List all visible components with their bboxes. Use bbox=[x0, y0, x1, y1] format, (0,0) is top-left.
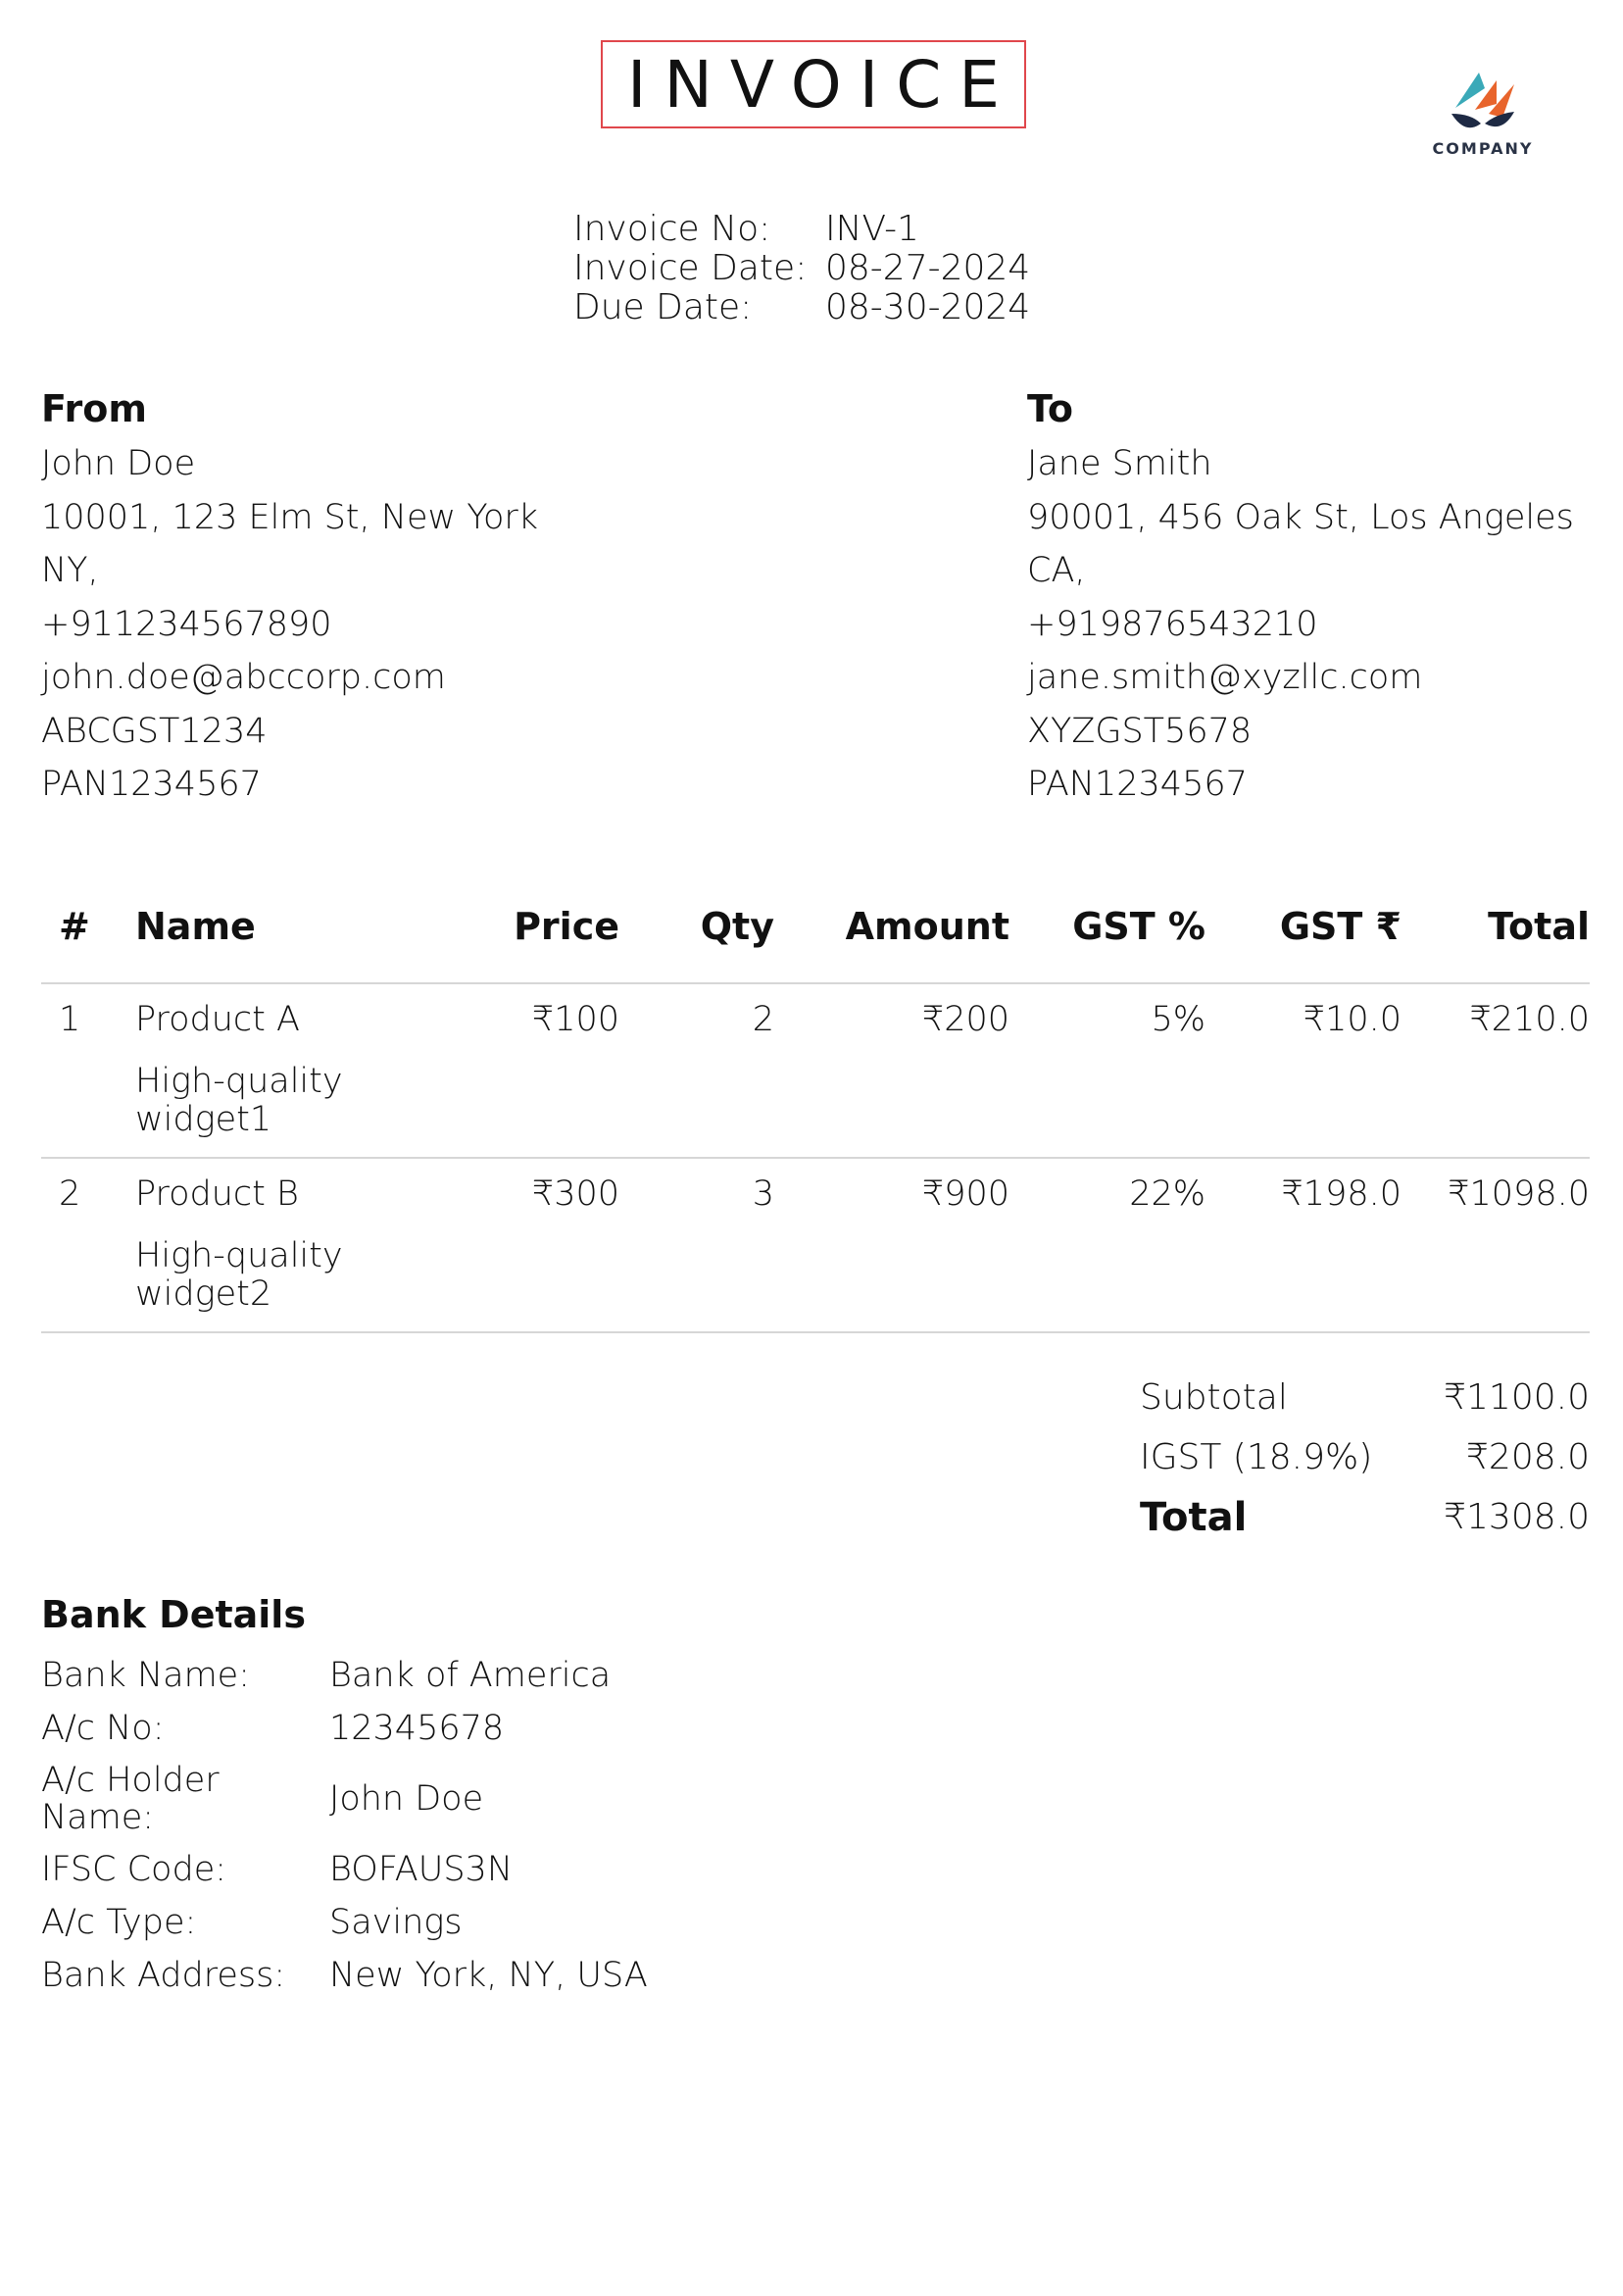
to-phone: +919876543210 bbox=[1027, 604, 1318, 644]
to-gst: XYZGST5678 bbox=[1027, 711, 1253, 751]
to-address: 90001, 456 Oak St, Los Angeles bbox=[1027, 497, 1574, 537]
invoice-date-label: Invoice Date: bbox=[573, 248, 808, 288]
invoice-title: INVOICE bbox=[626, 46, 1018, 123]
bank-address-row: Bank Address: New York, NY, USA bbox=[41, 1949, 648, 2002]
header-name: Name bbox=[135, 905, 256, 948]
item-description: High-quality widget1 bbox=[135, 1062, 343, 1139]
item-amount: ₹900 bbox=[921, 1174, 1009, 1214]
invoice-date-value: 08-27-2024 bbox=[825, 248, 1031, 288]
account-number-value: 12345678 bbox=[329, 1709, 505, 1748]
to-pan: PAN1234567 bbox=[1027, 765, 1248, 804]
ifsc-code-label: IFSC Code: bbox=[41, 1850, 227, 1889]
item-amount: ₹200 bbox=[921, 1000, 1009, 1039]
item-qty: 2 bbox=[752, 1000, 774, 1039]
item-name: Product A bbox=[135, 1000, 300, 1039]
account-type-label: A/c Type: bbox=[41, 1903, 197, 1942]
header-gst-amount: GST ₹ bbox=[1279, 905, 1402, 948]
account-holder-label: A/c Holder Name: bbox=[41, 1761, 220, 1837]
account-type-row: A/c Type: Savings bbox=[41, 1896, 648, 1949]
header-amount: Amount bbox=[845, 905, 1009, 948]
igst-label: IGST (18.9%) bbox=[1140, 1437, 1373, 1477]
grand-total-value: ₹1308.0 bbox=[1444, 1497, 1590, 1537]
item-qty: 3 bbox=[752, 1174, 774, 1214]
items-table: # Name Price Qty Amount GST % GST ₹ Tota… bbox=[41, 871, 1590, 1333]
invoice-number-row: Invoice No: INV-1 bbox=[573, 210, 1030, 249]
account-number-row: A/c No: 12345678 bbox=[41, 1702, 648, 1755]
item-gst-amount: ₹10.0 bbox=[1303, 1000, 1402, 1039]
from-pan: PAN1234567 bbox=[41, 765, 262, 804]
due-date-row: Due Date: 08-30-2024 bbox=[573, 288, 1030, 327]
from-state: NY, bbox=[41, 551, 99, 590]
bank-details-heading: Bank Details bbox=[41, 1593, 306, 1636]
igst-value: ₹208.0 bbox=[1466, 1437, 1590, 1477]
subtotal-row: Subtotal ₹1100.0 bbox=[1140, 1368, 1590, 1427]
from-gst: ABCGST1234 bbox=[41, 711, 268, 751]
from-name: John Doe bbox=[41, 444, 196, 483]
bank-address-value: New York, NY, USA bbox=[329, 1956, 648, 1995]
invoice-title-box: INVOICE bbox=[601, 40, 1026, 128]
company-leaf-logo-icon bbox=[1451, 73, 1514, 128]
row-number: 2 bbox=[59, 1174, 81, 1214]
from-address: 10001, 123 Elm St, New York bbox=[41, 497, 539, 537]
bank-name-value: Bank of America bbox=[329, 1656, 612, 1695]
account-holder-value: John Doe bbox=[329, 1779, 484, 1819]
item-gst-amount: ₹198.0 bbox=[1281, 1174, 1402, 1214]
subtotal-value: ₹1100.0 bbox=[1444, 1377, 1590, 1418]
item-total: ₹1098.0 bbox=[1448, 1174, 1590, 1214]
subtotal-label: Subtotal bbox=[1140, 1377, 1288, 1418]
table-row: 1 Product A High-quality widget1 ₹100 2 … bbox=[41, 984, 1590, 1159]
bank-name-row: Bank Name: Bank of America bbox=[41, 1649, 648, 1702]
grand-total-row: Total ₹1308.0 bbox=[1140, 1487, 1590, 1547]
invoice-date-row: Invoice Date: 08-27-2024 bbox=[573, 249, 1030, 288]
item-total: ₹210.0 bbox=[1469, 1000, 1590, 1039]
bank-details: Bank Details Bank Name: Bank of America … bbox=[41, 1588, 648, 2002]
invoice-meta: Invoice No: INV-1 Invoice Date: 08-27-20… bbox=[573, 210, 1030, 327]
company-logo-text: COMPANY bbox=[1432, 139, 1534, 158]
to-heading: To bbox=[1027, 387, 1073, 430]
igst-row: IGST (18.9%) ₹208.0 bbox=[1140, 1427, 1590, 1487]
from-phone: +911234567890 bbox=[41, 604, 332, 644]
company-logo: COMPANY bbox=[1424, 71, 1542, 158]
table-header-row: # Name Price Qty Amount GST % GST ₹ Tota… bbox=[41, 871, 1590, 984]
to-section: To Jane Smith 90001, 456 Oak St, Los Ang… bbox=[1027, 384, 1574, 812]
account-number-label: A/c No: bbox=[41, 1709, 165, 1748]
grand-total-label: Total bbox=[1140, 1494, 1248, 1540]
account-holder-row: A/c Holder Name: John Doe bbox=[41, 1755, 648, 1843]
item-description: High-quality widget2 bbox=[135, 1236, 343, 1314]
totals-summary: Subtotal ₹1100.0 IGST (18.9%) ₹208.0 Tot… bbox=[1140, 1368, 1590, 1547]
item-name: Product B bbox=[135, 1174, 299, 1214]
item-gst-percent: 22% bbox=[1129, 1174, 1205, 1214]
header-total: Total bbox=[1488, 905, 1590, 948]
from-heading: From bbox=[41, 387, 147, 430]
to-email: jane.smith@xyzllc.com bbox=[1027, 658, 1423, 697]
item-gst-percent: 5% bbox=[1151, 1000, 1205, 1039]
to-name: Jane Smith bbox=[1027, 444, 1212, 483]
due-date-value: 08-30-2024 bbox=[825, 287, 1031, 327]
to-state: CA, bbox=[1027, 551, 1086, 590]
header-number: # bbox=[59, 905, 90, 948]
from-section: From John Doe 10001, 123 Elm St, New Yor… bbox=[41, 384, 538, 812]
invoice-number-value: INV-1 bbox=[825, 209, 919, 249]
item-cell: Product A High-quality widget1 bbox=[135, 1000, 365, 1157]
invoice-number-label: Invoice No: bbox=[573, 209, 771, 249]
item-price: ₹300 bbox=[531, 1174, 619, 1214]
ifsc-code-value: BOFAUS3N bbox=[329, 1850, 513, 1889]
bank-address-label: Bank Address: bbox=[41, 1956, 286, 1995]
account-type-value: Savings bbox=[329, 1903, 463, 1942]
due-date-label: Due Date: bbox=[573, 287, 753, 327]
from-email: john.doe@abccorp.com bbox=[41, 658, 446, 697]
header-qty: Qty bbox=[700, 905, 774, 948]
row-number: 1 bbox=[59, 1000, 81, 1039]
header-price: Price bbox=[514, 905, 619, 948]
ifsc-code-row: IFSC Code: BOFAUS3N bbox=[41, 1843, 648, 1896]
item-cell: Product B High-quality widget2 bbox=[135, 1174, 365, 1331]
table-row: 2 Product B High-quality widget2 ₹300 3 … bbox=[41, 1159, 1590, 1333]
header-gst-percent: GST % bbox=[1072, 905, 1205, 948]
bank-name-label: Bank Name: bbox=[41, 1656, 250, 1695]
item-price: ₹100 bbox=[531, 1000, 619, 1039]
